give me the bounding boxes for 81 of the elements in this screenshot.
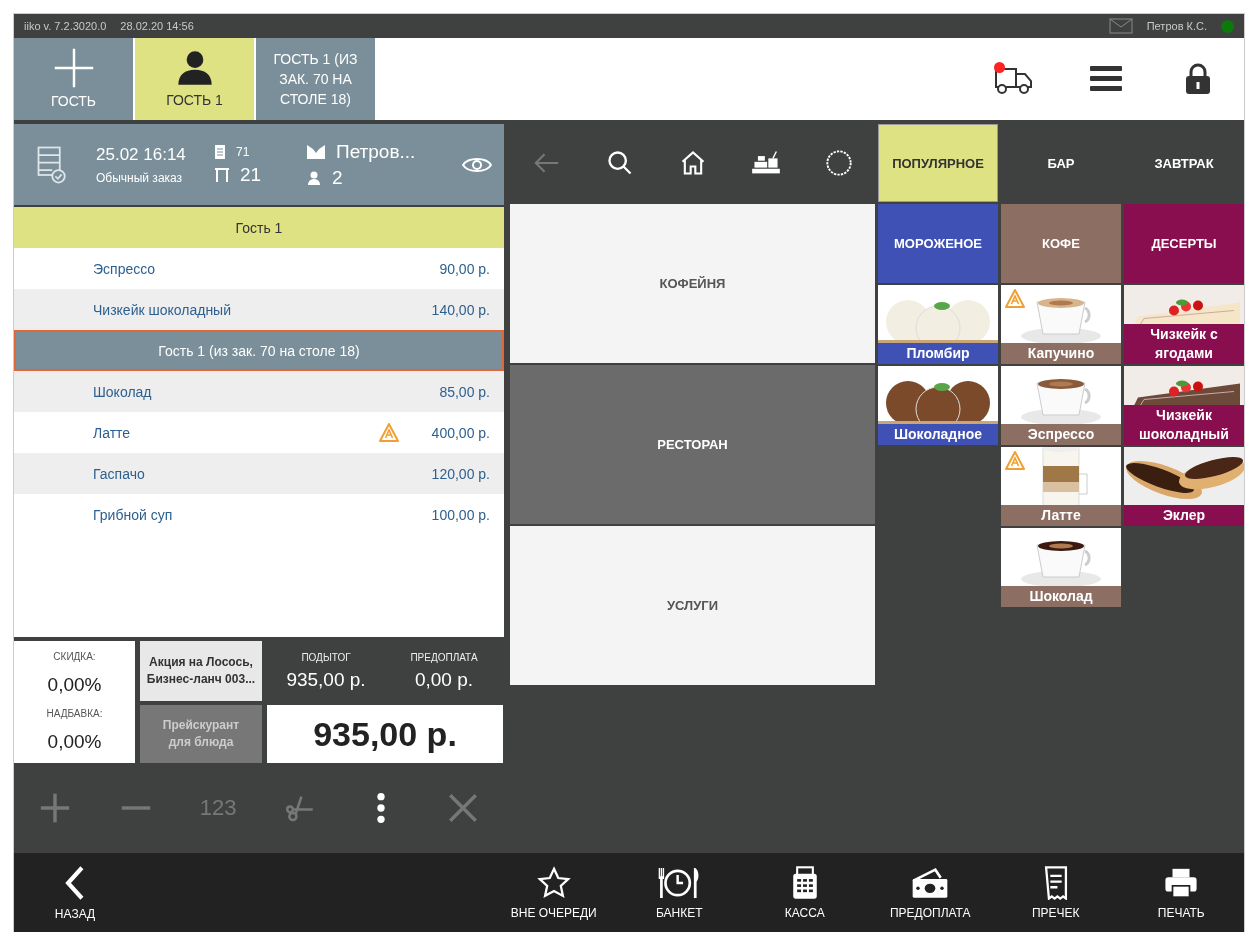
back-button[interactable]: НАЗАД (14, 853, 136, 932)
category-button[interactable]: МОРОЖЕНОЕ (878, 204, 998, 283)
product-name: Чизкейк с ягодами (1124, 324, 1244, 364)
item-price: 120,00 р. (430, 465, 490, 482)
subtotal-value: 935,00 р. (286, 668, 366, 691)
product-name: Капучино (1001, 343, 1121, 364)
order-row[interactable]: Чизкейк шоколадный 140,00 р. (14, 289, 504, 330)
item-name: Эспрессо (93, 260, 157, 277)
markup-label: НАДБАВКА: (46, 708, 103, 719)
product-name: Чизкейк шоколадный (1124, 405, 1244, 445)
circle-icon[interactable] (824, 149, 853, 177)
toolbar-button[interactable]: ПРЕДОПЛАТА (867, 853, 993, 932)
toolbar-button[interactable]: ПРЕЧЕК (993, 853, 1119, 932)
product-tile[interactable]: Чизкейк с ягодами (1124, 285, 1244, 364)
order-row[interactable]: Эспрессо 90,00 р. (14, 248, 504, 289)
item-name: Грибной суп (93, 506, 174, 523)
total-amount: 935,00 р. (267, 705, 503, 763)
product-tile[interactable]: Чизкейк шоколадный (1124, 366, 1244, 445)
item-name: Гаспачо (93, 465, 146, 482)
markup-value: 0,00% (47, 731, 102, 753)
prepayment-label: ПРЕДОПЛАТА (410, 651, 478, 663)
lock-icon[interactable] (1185, 63, 1211, 95)
menu-tab[interactable]: БАР (1001, 124, 1121, 202)
version-label: iiko v. 7.2.3020.0 (24, 20, 107, 32)
star-icon (536, 865, 571, 900)
discount-label: СКИДКА: (53, 651, 96, 662)
order-number: 71 (236, 144, 250, 159)
toolbar-button[interactable]: БАНКЕТ (616, 853, 742, 932)
order-list-icon (36, 144, 66, 185)
section-button[interactable]: КОФЕЙНЯ (510, 204, 875, 363)
category-button[interactable]: ДЕСЕРТЫ (1124, 204, 1244, 283)
person-icon (306, 169, 322, 186)
product-name: Шоколад (1001, 586, 1121, 607)
receipt-icon (1042, 865, 1069, 900)
prepayment-value: 0,00 р. (414, 668, 474, 691)
cash-register-icon[interactable] (750, 150, 781, 176)
menu-icon[interactable] (1090, 64, 1122, 94)
toolbar-button[interactable]: КАССА (742, 853, 868, 932)
table-icon (214, 166, 230, 183)
item-price: 85,00 р. (438, 383, 490, 400)
item-name: Шоколад (93, 383, 153, 400)
item-name: Чизкейк шоколадный (93, 301, 232, 318)
category-button[interactable]: КОФЕ (1001, 204, 1121, 283)
more-icon[interactable] (375, 791, 388, 825)
promotions-button[interactable]: Акция на Лосось, Бизнес-ланч 003... (140, 641, 262, 701)
toolbar-button[interactable]: ПЕЧАТЬ (1118, 853, 1244, 932)
section-button[interactable]: УСЛУГИ (510, 526, 875, 685)
guest-count: 2 (332, 166, 343, 189)
subtotal-label: ПОДЫТОГ (301, 651, 351, 663)
product-name: Шоколадное (878, 424, 998, 445)
user-name: Петров К.С. (1146, 20, 1207, 32)
order-time: 25.02 16:14 (96, 144, 187, 165)
item-price: 90,00 р. (438, 260, 490, 277)
discount-value: 0,00% (47, 674, 102, 696)
order-row[interactable]: Латте 400,00 р. (14, 412, 504, 453)
order-type: Обычный заказ (96, 170, 184, 185)
menu-tab[interactable]: ПОПУЛЯРНОЕ (878, 124, 998, 202)
guest-header[interactable]: Гость 1 (14, 207, 504, 248)
product-tile[interactable]: Эклер (1124, 447, 1244, 526)
order-row[interactable]: Гаспачо 120,00 р. (14, 453, 504, 494)
item-price: 140,00 р. (430, 301, 490, 318)
guest-tab[interactable]: ГОСТЬ 1 (135, 38, 254, 120)
section-button[interactable]: РЕСТОРАН (510, 365, 875, 524)
product-name: Латте (1001, 505, 1121, 526)
waiter-name: Петров... (336, 140, 416, 163)
search-icon[interactable] (605, 149, 634, 177)
menu-tab[interactable]: ЗАВТРАК (1124, 124, 1244, 202)
product-name: Эклер (1124, 505, 1244, 526)
item-name: Латте (93, 424, 132, 441)
plus-icon (52, 47, 95, 89)
document-icon (214, 143, 226, 160)
product-tile[interactable]: Латте (1001, 447, 1121, 526)
date-time: 28.02.20 14:56 (120, 20, 194, 32)
order-row[interactable]: Грибной суп 100,00 р. (14, 494, 504, 535)
table-number: 21 (240, 163, 262, 186)
toolbar-button[interactable]: ВНЕ ОЧЕРЕДИ (491, 853, 617, 932)
product-name: Эспрессо (1001, 424, 1121, 445)
product-name: Пломбир (878, 343, 998, 364)
item-price: 100,00 р. (430, 506, 490, 523)
order-row[interactable]: Шоколад 85,00 р. (14, 371, 504, 412)
item-price: 400,00 р. (430, 424, 490, 441)
